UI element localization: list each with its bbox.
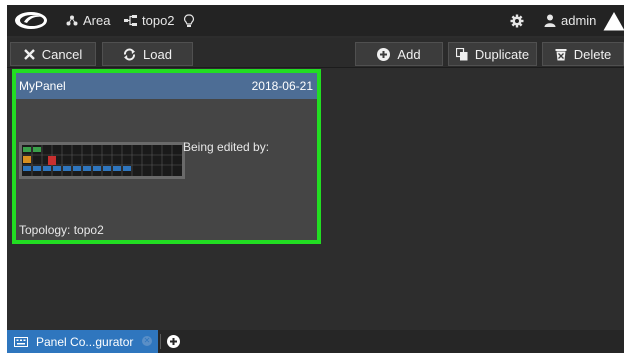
panel-thumbnail [19,142,185,179]
load-button[interactable]: Load [102,42,193,66]
plus-circle-icon [377,47,391,61]
area-label: Area [83,13,111,28]
app-window: Area topo2 admin Cancel Load Add Duplica… [7,5,624,353]
topology-label: topo2 [142,13,175,28]
close-icon [23,48,35,60]
topology-value: topo2 [73,223,104,237]
bottom-tab-bar: Panel Co...gurator ✕ [7,330,624,353]
refresh-icon [124,48,136,60]
topology-caption: Topology: [19,223,71,237]
toolbar: Cancel Load Add Duplicate Delete [7,38,624,68]
tab-panel-configurator[interactable]: Panel Co...gurator ✕ [7,330,158,353]
user-icon [544,14,556,27]
settings-button[interactable] [510,5,524,36]
close-tab-icon[interactable]: ✕ [142,336,152,346]
alarm-button[interactable] [603,5,624,36]
keyboard-icon [14,336,28,347]
add-label: Add [397,46,421,62]
panel-date: 2018-06-21 [251,79,313,93]
lightbulb-button[interactable] [184,5,194,36]
tab-label: Panel Co...gurator [36,334,134,349]
trash-icon [555,48,567,60]
delete-button[interactable]: Delete [542,42,624,66]
duplicate-label: Duplicate [474,46,530,62]
user-label: admin [561,13,597,28]
add-tab-icon[interactable] [167,335,180,348]
gear-icon [510,14,524,27]
edited-by-label: Being edited by: [183,140,270,154]
cancel-button[interactable]: Cancel [10,42,96,66]
topology-selector[interactable]: topo2 [124,5,175,36]
top-bar: Area topo2 admin [7,5,624,36]
panel-card-header: MyPanel 2018-06-21 [16,73,317,99]
panel-topology: Topology: topo2 [19,223,104,237]
panel-name: MyPanel [19,79,66,93]
area-icon [66,15,78,26]
panel-card[interactable]: MyPanel 2018-06-21 Being edited by: Topo… [12,69,321,244]
cancel-label: Cancel [41,46,83,62]
load-label: Load [143,46,172,62]
duplicate-icon [455,47,468,60]
area-selector[interactable]: Area [66,5,110,36]
panel-layout-preview [22,145,182,176]
duplicate-button[interactable]: Duplicate [448,42,537,66]
delete-label: Delete [573,46,612,62]
lightbulb-icon [184,13,194,27]
tab-divider [160,334,161,349]
add-button[interactable]: Add [355,42,443,66]
user-menu[interactable]: admin [544,5,596,36]
grass-valley-logo[interactable] [14,11,48,30]
warning-triangle-icon [603,11,624,30]
topology-icon [124,15,137,26]
